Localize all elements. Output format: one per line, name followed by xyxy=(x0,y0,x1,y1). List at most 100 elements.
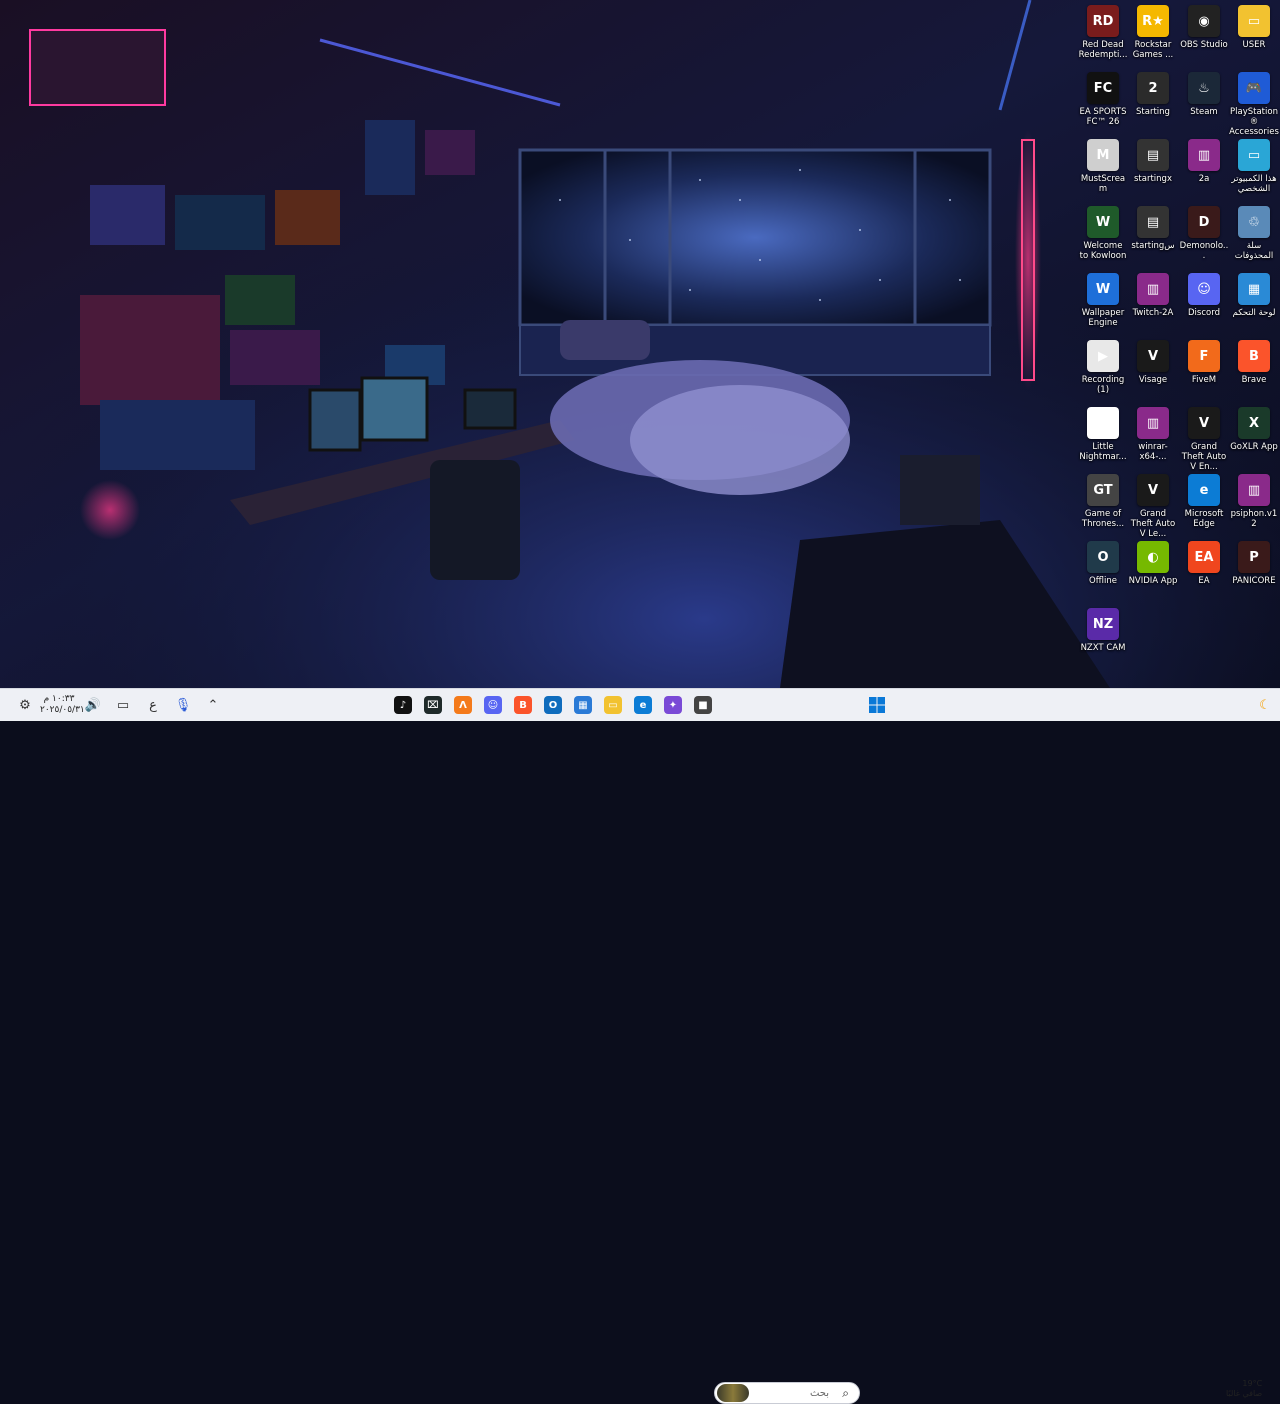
icon-glyph: ▶ xyxy=(1098,348,1108,364)
desktop-icon[interactable]: EA EA xyxy=(1179,541,1229,586)
desktop-icon[interactable]: B Brave xyxy=(1229,340,1279,385)
desktop-icon[interactable]: RD Red Dead Redempti... xyxy=(1078,5,1128,60)
desktop-icon[interactable]: M MustScream xyxy=(1078,139,1128,194)
control-panel-icon: ▦ xyxy=(1238,273,1270,305)
icon-glyph: ☗ xyxy=(1097,415,1109,431)
desktop-icon[interactable]: X GoXLR App xyxy=(1229,407,1279,452)
desktop-icon[interactable]: ▦ لوحة التحكم xyxy=(1229,273,1279,318)
desktop-icon[interactable]: D Demonolo... xyxy=(1179,206,1229,261)
search-highlight-icon xyxy=(717,1384,749,1402)
desktop-icon[interactable]: ◉ OBS Studio xyxy=(1179,5,1229,50)
desktop-icon[interactable]: 🎮 PlayStation® Accessories xyxy=(1229,72,1279,137)
desktop-icon[interactable]: ▭ هذا الكمبيوتر الشخصي xyxy=(1229,139,1279,194)
playstation-icon: 🎮 xyxy=(1238,72,1270,104)
desktop-icon[interactable]: ▥ Twitch-2A xyxy=(1128,273,1178,318)
desktop-icon-label: Recording (1) xyxy=(1081,375,1125,395)
desktop-icon[interactable]: ▥ psiphon.v12 xyxy=(1229,474,1279,529)
desktop-icon-label: لوحة التحكم xyxy=(1232,308,1276,318)
panicore-icon: P xyxy=(1238,541,1270,573)
taskbar-app-app[interactable]: Λ xyxy=(451,693,475,717)
language-indicator[interactable]: ع xyxy=(141,693,165,717)
tiktok-icon: ♪ xyxy=(394,696,412,714)
weather-widget[interactable]: 19°C صافي غالبًا xyxy=(1226,1379,1262,1399)
volume-icon[interactable]: 🔊 xyxy=(81,693,105,717)
desktop-icon[interactable]: W Wallpaper Engine xyxy=(1078,273,1128,328)
desktop-icon[interactable]: ☗ Little Nightmar... xyxy=(1078,407,1128,462)
icon-glyph: W xyxy=(1095,281,1111,297)
wallpaper-engine-icon: W xyxy=(1087,273,1119,305)
icon-glyph: ▥ xyxy=(1146,281,1160,297)
desktop-icon[interactable]: P PANICORE xyxy=(1229,541,1279,586)
video-file-icon: ▶ xyxy=(1087,340,1119,372)
desktop-icon[interactable]: W Welcome to Kowloon xyxy=(1078,206,1128,261)
desktop-icon[interactable]: ◐ NVIDIA App xyxy=(1128,541,1178,586)
mustscream-icon: M xyxy=(1087,139,1119,171)
taskbar-app-terminal[interactable]: ⌧ xyxy=(421,693,445,717)
icon-glyph: R★ xyxy=(1142,13,1164,29)
desktop-icon[interactable]: ♲ سلة المحذوفات xyxy=(1229,206,1279,261)
notification-settings-icon[interactable]: ⚙ xyxy=(13,693,37,717)
desktop-icon[interactable]: GT Game of Thrones... xyxy=(1078,474,1128,529)
desktop-icon-label: EA xyxy=(1198,576,1210,586)
icon-glyph: M xyxy=(1096,147,1110,163)
visage-icon: V xyxy=(1137,340,1169,372)
taskbar-app-copilot[interactable]: ✦ xyxy=(661,693,685,717)
desktop-icon[interactable]: FC EA SPORTS FC™ 26 xyxy=(1078,72,1128,127)
desktop-icon-label: Brave xyxy=(1241,375,1267,385)
desktop-icon[interactable]: ☺ Discord xyxy=(1179,273,1229,318)
taskbar-app-microsoft-store[interactable]: ▦ xyxy=(571,693,595,717)
gta-v-icon: V xyxy=(1188,407,1220,439)
start-button[interactable] xyxy=(865,693,889,717)
taskbar-app-outlook[interactable]: O xyxy=(541,693,565,717)
desktop-icon[interactable]: O Offline xyxy=(1078,541,1128,586)
desktop-icon-label: PANICORE xyxy=(1232,576,1276,586)
desktop-icon[interactable]: ▤ startingس xyxy=(1128,206,1178,251)
desktop-icon[interactable]: V Grand Theft Auto V Le... xyxy=(1128,474,1178,539)
desktop-icon[interactable]: V Visage xyxy=(1128,340,1178,385)
desktop-icon[interactable]: ▶ Recording (1) xyxy=(1078,340,1128,395)
icon-glyph: W xyxy=(1095,214,1111,230)
winrar-icon: ▥ xyxy=(1137,407,1169,439)
taskbar-app-brave[interactable]: B xyxy=(511,693,535,717)
desktop-icon[interactable]: NZ NZXT CAM xyxy=(1078,608,1128,653)
desktop-icon-label: سلة المحذوفات xyxy=(1234,241,1274,261)
ea-icon: EA xyxy=(1188,541,1220,573)
desktop-icon[interactable]: F FiveM xyxy=(1179,340,1229,385)
desktop-icon[interactable]: ▥ winrar-x64-... xyxy=(1128,407,1178,462)
icon-glyph: V xyxy=(1147,348,1159,364)
taskbar-app-file-explorer[interactable]: ▭ xyxy=(601,693,625,717)
taskbar-app-discord[interactable]: ☺ xyxy=(481,693,505,717)
desktop-icon[interactable]: e Microsoft Edge xyxy=(1179,474,1229,529)
clock[interactable]: ١٠:٣٣ م ٢٠٢٥/٠٥/٣١ xyxy=(40,694,85,716)
kowloon-icon: W xyxy=(1087,206,1119,238)
discord-icon: ☺ xyxy=(484,696,502,714)
desktop-icon-label: GoXLR App xyxy=(1230,442,1278,452)
icon-glyph: ▭ xyxy=(1247,147,1261,163)
icon-glyph: ◉ xyxy=(1198,13,1210,29)
icon-glyph: ♲ xyxy=(1248,214,1260,230)
taskbar-app-edge[interactable]: e xyxy=(631,693,655,717)
taskbar-app-window[interactable]: ■ xyxy=(691,693,715,717)
desktop-icon-label: NZXT CAM xyxy=(1080,643,1126,653)
desktop-icon[interactable]: R★ Rockstar Games ... xyxy=(1128,5,1178,60)
desktop-icon-label: Demonolo... xyxy=(1179,241,1229,261)
show-hidden-icons-chevron-icon[interactable]: ⌃ xyxy=(201,693,225,717)
desktop-icon[interactable]: V Grand Theft Auto V En... xyxy=(1179,407,1229,472)
weather-icon[interactable]: ☾ xyxy=(1253,693,1277,717)
microsoft-store-icon: ▦ xyxy=(574,696,592,714)
edge-icon: e xyxy=(1188,474,1220,506)
icon-glyph: ▤ xyxy=(1146,214,1160,230)
desktop-icon[interactable]: ▭ USER xyxy=(1229,5,1279,50)
icon-glyph: ▭ xyxy=(1247,13,1261,29)
desktop-icon[interactable]: 2 Starting xyxy=(1128,72,1178,117)
icon-glyph: F xyxy=(1199,348,1209,364)
network-icon[interactable]: ▭ xyxy=(111,693,135,717)
taskbar-app-tiktok[interactable]: ♪ xyxy=(391,693,415,717)
desktop-icon[interactable]: ▥ 2a xyxy=(1179,139,1229,184)
desktop-icon[interactable]: ♨ Steam xyxy=(1179,72,1229,117)
search-box[interactable]: بحث ⌕ xyxy=(714,1382,860,1404)
icon-glyph: FC xyxy=(1093,80,1113,96)
desktop-icon[interactable]: ▤ startingx xyxy=(1128,139,1178,184)
microphone-icon[interactable]: 🎙 xyxy=(171,693,195,717)
desktop-icon-label: NVIDIA App xyxy=(1128,576,1178,586)
